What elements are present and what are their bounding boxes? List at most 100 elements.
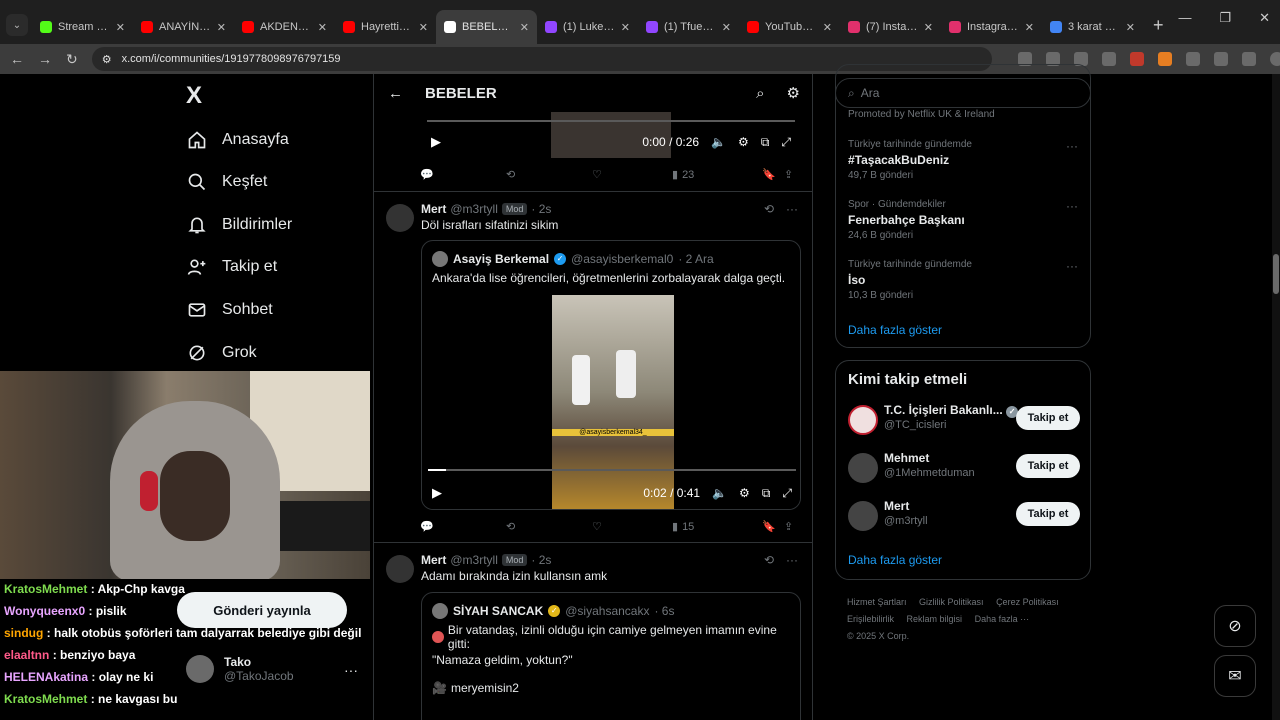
repost-icon[interactable]: ⟲ — [506, 520, 592, 533]
pip-icon[interactable]: ⧉ — [762, 486, 771, 501]
video-player-2[interactable]: @asayisberkemal34_ ▶ 0:02 / 0:41 🔈 ⚙ ⧉ ⤢ — [422, 295, 800, 509]
play-icon[interactable]: ▶ — [432, 485, 442, 501]
video-player-1[interactable]: ▶ 0:00 / 0:26 🔈 ⚙ ⧉ ⤢ — [421, 112, 801, 158]
footer-link[interactable]: Reklam bilgisi — [907, 614, 963, 624]
browser-tab[interactable]: (1) Luke - Twitc ✕ — [537, 10, 638, 44]
footer-link[interactable]: Gizlilik Politikası — [919, 597, 984, 607]
fullscreen-icon[interactable]: ⤢ — [781, 135, 791, 150]
footer-link[interactable]: Hizmet Şartları — [847, 597, 907, 607]
extension-gray-icon[interactable] — [1185, 52, 1200, 66]
trend-item[interactable]: Türkiye tarihinde gündemde #TaşacakBuDen… — [848, 139, 1078, 181]
more-dots-icon[interactable]: ··· — [786, 553, 798, 567]
maximize-button[interactable]: ❐ — [1219, 10, 1231, 26]
more-dots-icon[interactable]: ··· — [786, 202, 798, 216]
more-dots-icon[interactable]: ··· — [1066, 139, 1078, 153]
close-tab-icon[interactable]: ✕ — [116, 21, 125, 34]
like-icon[interactable]: ♡ — [592, 520, 672, 533]
video-progress[interactable] — [428, 469, 796, 471]
browser-tab[interactable]: ANAYİNAM | M ✕ — [133, 10, 234, 44]
follow-button[interactable]: Takip et — [1016, 502, 1080, 526]
show-more-link[interactable]: Daha fazla göster — [848, 323, 942, 337]
back-button[interactable]: ← — [10, 51, 24, 67]
suggested-account[interactable]: Mert @m3rtyll Takip et — [848, 499, 1080, 533]
sidebar-item-follow[interactable]: Takip et — [186, 256, 277, 278]
browser-tab[interactable]: 3 karat yuzuk ✕ — [1042, 10, 1143, 44]
close-tab-icon[interactable]: ✕ — [419, 21, 428, 34]
close-tab-icon[interactable]: ✕ — [217, 21, 226, 34]
grok-icon[interactable]: ⟲ — [764, 553, 774, 567]
browser-tab[interactable]: Stream - Kick D ✕ — [32, 10, 133, 44]
close-tab-icon[interactable]: ✕ — [621, 21, 630, 34]
share-icon[interactable]: ⇪ — [784, 168, 793, 181]
grok-fab-button[interactable]: ⊘ — [1214, 605, 1256, 647]
bookmark-icon[interactable]: 🔖 — [762, 520, 784, 533]
browser-tab[interactable]: BEBELER Tv ✕ — [436, 10, 537, 44]
suggested-account[interactable]: T.C. İçişleri Bakanlı... ✓ @TC_icisleri … — [848, 403, 1080, 437]
sidebar-item-grok[interactable]: Grok — [186, 342, 257, 364]
pip-icon[interactable]: ⧉ — [761, 135, 770, 150]
profile-avatar-icon[interactable] — [1269, 52, 1280, 66]
volume-icon[interactable]: 🔈 — [712, 486, 727, 500]
reload-button[interactable]: ↻ — [66, 51, 78, 68]
author-name[interactable]: Mert — [421, 202, 446, 216]
follow-button[interactable]: Takip et — [1016, 454, 1080, 478]
follow-button[interactable]: Takip et — [1016, 406, 1080, 430]
suggested-account[interactable]: Mehmet @1Mehmetduman Takip et — [848, 451, 1080, 485]
close-tab-icon[interactable]: ✕ — [722, 21, 731, 34]
mute-icon[interactable]: 🔈 — [711, 135, 726, 149]
search-icon[interactable]: ⌕ — [756, 85, 764, 102]
browser-tab[interactable]: YouTube Music ✕ — [739, 10, 840, 44]
avatar[interactable] — [386, 204, 414, 232]
quoted-post[interactable]: SİYAH SANCAK ✓ @siyahsancakx · 6s Bir va… — [421, 592, 801, 720]
site-info-icon[interactable]: ⚙ — [102, 53, 112, 66]
extensions-puzzle-icon[interactable] — [1213, 52, 1228, 66]
views-count[interactable]: ▮ 23 — [672, 168, 762, 182]
x-logo[interactable]: X — [186, 82, 202, 110]
bookmark-star-icon[interactable] — [1101, 52, 1116, 66]
footer-link[interactable]: Çerez Politikası — [996, 597, 1059, 607]
account-switcher[interactable]: Tako @TakoJacob — [186, 655, 294, 683]
reply-icon[interactable]: 💬 — [420, 168, 506, 181]
more-dots-icon[interactable]: ··· — [1066, 259, 1078, 273]
play-icon[interactable]: ▶ — [431, 134, 441, 150]
reading-list-icon[interactable] — [1241, 52, 1256, 66]
repost-icon[interactable]: ⟲ — [506, 168, 592, 181]
close-tab-icon[interactable]: ✕ — [1025, 21, 1034, 34]
close-tab-icon[interactable]: ✕ — [823, 21, 832, 34]
page-scrollbar[interactable] — [1272, 74, 1280, 720]
author-handle[interactable]: @m3rtyll — [450, 202, 498, 216]
close-tab-icon[interactable]: ✕ — [924, 21, 933, 34]
more-dots-icon[interactable]: ··· — [1066, 199, 1078, 213]
quoted-post[interactable]: Asayiş Berkemal ✓ @asayisberkemal0 · 2 A… — [421, 240, 801, 510]
minimize-button[interactable]: — — [1178, 10, 1191, 26]
extension-red-icon[interactable] — [1129, 52, 1144, 66]
close-tab-icon[interactable]: ✕ — [520, 21, 529, 34]
browser-tab[interactable]: Instagram Call ✕ — [941, 10, 1042, 44]
footer-link[interactable]: Daha fazla ··· — [975, 614, 1030, 624]
grok-icon[interactable]: ⟲ — [764, 202, 774, 216]
new-tab-button[interactable]: + — [1143, 15, 1174, 44]
forward-button[interactable]: → — [38, 51, 52, 67]
extension-orange-icon[interactable] — [1157, 52, 1172, 66]
avatar[interactable] — [386, 555, 414, 583]
post-button[interactable]: Gönderi yayınla — [177, 592, 347, 628]
video-progress[interactable] — [427, 120, 795, 122]
reply-icon[interactable]: 💬 — [420, 520, 506, 533]
close-tab-icon[interactable]: ✕ — [318, 21, 327, 34]
scrollbar-thumb[interactable] — [1273, 254, 1279, 294]
sidebar-item-chat[interactable]: Sohbet — [186, 299, 273, 321]
back-arrow-icon[interactable]: ← — [388, 85, 403, 102]
post-age[interactable]: · 2s — [531, 202, 551, 216]
browser-tab[interactable]: (1) Tfue - Twitc ✕ — [638, 10, 739, 44]
gear-icon[interactable]: ⚙ — [787, 84, 800, 102]
bookmark-icon[interactable]: 🔖 — [762, 168, 784, 181]
author-name[interactable]: Mert — [421, 553, 446, 567]
trend-item[interactable]: Spor · Gündemdekiler Fenerbahçe Başkanı … — [848, 199, 1078, 241]
views-count[interactable]: ▮ 15 — [672, 520, 762, 534]
post-age[interactable]: · 2s — [531, 553, 551, 567]
messages-fab-button[interactable]: ✉ — [1214, 655, 1256, 697]
footer-link[interactable]: Erişilebilirlik — [847, 614, 894, 624]
show-more-link[interactable]: Daha fazla göster — [848, 553, 942, 567]
share-icon[interactable]: ⇪ — [784, 520, 793, 533]
like-icon[interactable]: ♡ — [592, 168, 672, 181]
